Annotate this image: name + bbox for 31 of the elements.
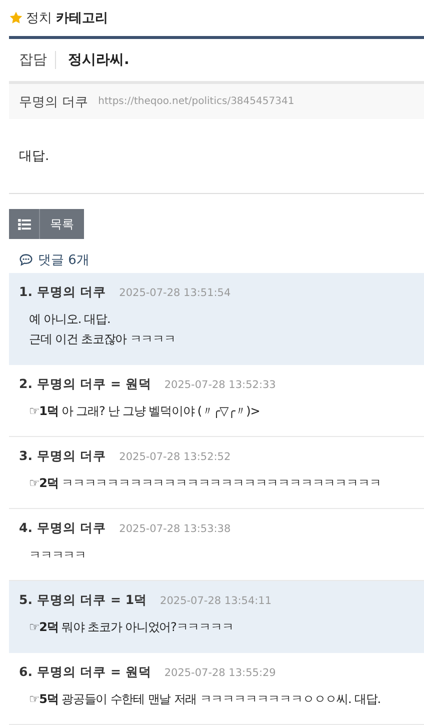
speech-bubble-icon xyxy=(19,253,33,267)
comment-author: 1. 무명의 더쿠 xyxy=(19,284,106,301)
list-icon xyxy=(18,218,30,230)
comment-date: 2025-07-28 13:52:52 xyxy=(119,451,231,463)
comment-date: 2025-07-28 13:51:54 xyxy=(119,287,231,299)
comment-count: 댓글 6개 xyxy=(38,252,90,269)
comment-author: 3. 무명의 더쿠 xyxy=(19,448,106,465)
post-tag: 잡담 xyxy=(19,51,56,69)
comment-date: 2025-07-28 13:55:29 xyxy=(164,667,276,679)
comment-text: 근데 이건 초코잖아 ㅋㅋㅋㅋ xyxy=(29,331,176,348)
comment-date: 2025-07-28 13:52:33 xyxy=(164,379,276,391)
comment-text: ☞5덕 광공들이 수한테 맨날 저래 ㅋㅋㅋㅋㅋㅋㅋㅋㅋㅇㅇㅇ씨. 대답. xyxy=(29,691,382,708)
comment-text: ☞1덕 아 그래? 난 그냥 벨덕이야 (〃╭▽╭〃)> xyxy=(29,403,261,420)
list-button[interactable]: 목록 xyxy=(9,209,84,239)
comment-text: ☞2덕 ㅋㅋㅋㅋㅋㅋㅋㅋㅋㅋㅋㅋㅋㅋㅋㅋㅋㅋㅋㅋㅋㅋㅋㅋㅋㅋㅋㅋ xyxy=(29,475,382,492)
comment-text: ☞2덕 뭐야 초코가 아니었어?ㅋㅋㅋㅋㅋ xyxy=(29,619,234,636)
board-link[interactable]: 정치 xyxy=(26,9,52,27)
star-icon xyxy=(9,11,23,25)
post-url[interactable]: https://theqoo.net/politics/3845457341 xyxy=(98,96,294,107)
post-body: 대답. xyxy=(9,119,424,194)
comment-text: 예 아니오. 대답. xyxy=(29,311,112,328)
comment-date: 2025-07-28 13:54:11 xyxy=(160,595,272,607)
comment-text: ㅋㅋㅋㅋㅋ xyxy=(29,547,88,564)
comment-author: 2. 무명의 더쿠 = 원덕 xyxy=(19,376,152,393)
category-label: 카테고리 xyxy=(56,10,108,27)
comment-date: 2025-07-28 13:53:38 xyxy=(119,523,231,535)
post-author: 무명의 더쿠 xyxy=(19,94,88,110)
comment-author: 5. 무명의 더쿠 = 1덕 xyxy=(19,592,148,609)
comment-author: 4. 무명의 더쿠 xyxy=(19,520,106,537)
post-title: 정시라씨. xyxy=(68,51,130,69)
comment-author: 6. 무명의 더쿠 = 원덕 xyxy=(19,664,152,681)
